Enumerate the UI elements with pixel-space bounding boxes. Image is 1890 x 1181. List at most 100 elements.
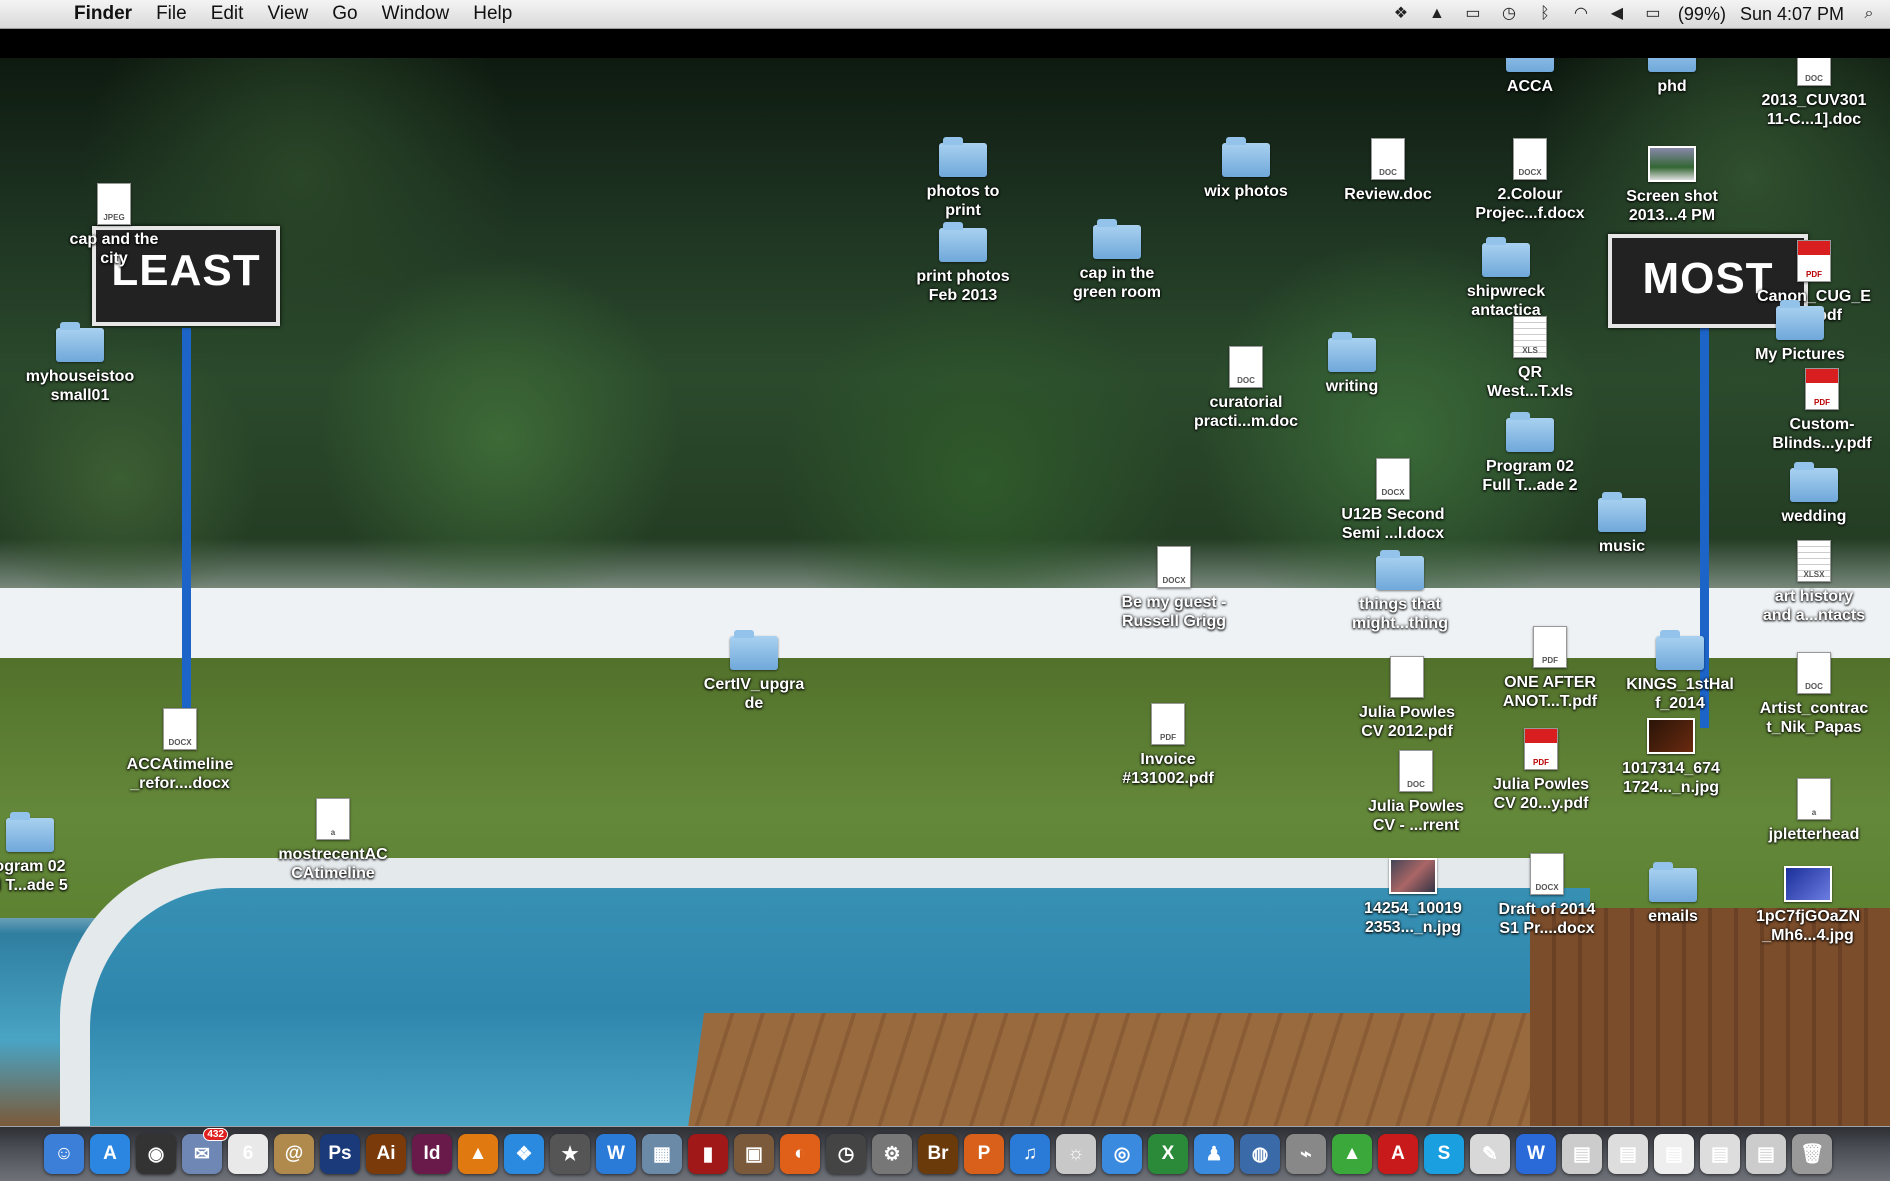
- dock-dashboard-icon[interactable]: ◉: [136, 1134, 176, 1174]
- desktop-icon[interactable]: wedding: [1744, 462, 1884, 526]
- desktop-icon[interactable]: DOCX Draft of 2014 S1 Pr....docx: [1477, 853, 1617, 938]
- dock-messenger-icon[interactable]: ♟: [1194, 1134, 1234, 1174]
- dock-doc-stack-4-icon[interactable]: ▤: [1700, 1134, 1740, 1174]
- menu-go[interactable]: Go: [332, 3, 357, 25]
- volume-icon[interactable]: ◀: [1606, 5, 1628, 23]
- dock-adobe-reader-icon[interactable]: ✎: [1470, 1134, 1510, 1174]
- dock-app-store-icon[interactable]: A: [90, 1134, 130, 1174]
- desktop-icon[interactable]: ogram 02 ll T...ade 5: [0, 812, 100, 895]
- desktop-icon[interactable]: My Pictures: [1730, 300, 1870, 364]
- dock-dropbox-icon[interactable]: ❖: [504, 1134, 544, 1174]
- dock-itunes-icon[interactable]: ♫: [1010, 1134, 1050, 1174]
- desktop-icon[interactable]: XLSX art history and a...ntacts: [1744, 540, 1884, 625]
- desktop-icon[interactable]: DOC 2013_CUV301 11-C...1].doc: [1744, 58, 1884, 129]
- dock-bridge-icon[interactable]: Br: [918, 1134, 958, 1174]
- google-drive-icon[interactable]: ▲: [1426, 5, 1448, 23]
- desktop-icon[interactable]: DOCX ACCAtimeline _refor....docx: [110, 708, 250, 793]
- desktop-icon[interactable]: myhouseistoo small01: [10, 322, 150, 405]
- desktop-icon[interactable]: DOC Artist_contrac t_Nik_Papas: [1744, 652, 1884, 737]
- dock-trash-icon[interactable]: 🗑: [1792, 1134, 1832, 1174]
- dock-vlc-icon[interactable]: ▲: [458, 1134, 498, 1174]
- desktop-icon[interactable]: PDF ONE AFTER ANOT...T.pdf: [1480, 626, 1620, 711]
- wifi-icon[interactable]: ◠: [1570, 5, 1592, 23]
- dock-word-icon[interactable]: W: [1516, 1134, 1556, 1174]
- desktop-icon[interactable]: 1pC7fjGOaZN _Mh6...4.jpg: [1738, 866, 1878, 945]
- desktop-icon[interactable]: phd: [1602, 58, 1742, 96]
- dock-system-preferences-icon[interactable]: ⚙: [872, 1134, 912, 1174]
- desktop-icon[interactable]: 1017314_674 1724..._n.jpg: [1601, 718, 1741, 797]
- bluetooth-icon[interactable]: ᛒ: [1534, 5, 1556, 23]
- desktop-icon[interactable]: wix photos: [1176, 137, 1316, 201]
- desktop-icon[interactable]: cap in the green room: [1047, 219, 1187, 302]
- desktop-icon[interactable]: shipwreck antactica: [1436, 237, 1576, 320]
- desktop-icon[interactable]: photos to print: [893, 137, 1033, 220]
- dock-word-web-icon[interactable]: W: [596, 1134, 636, 1174]
- dock-doc-stack-5-icon[interactable]: ▤: [1746, 1134, 1786, 1174]
- dock-imovie-icon[interactable]: ★: [550, 1134, 590, 1174]
- desktop-icon[interactable]: PDF Custom- Blinds...y.pdf: [1752, 368, 1890, 453]
- dock-illustrator-icon[interactable]: Ai: [366, 1134, 406, 1174]
- dock-mail-icon[interactable]: ✉ 432: [182, 1128, 228, 1174]
- battery-icon[interactable]: ▭: [1642, 5, 1664, 23]
- desktop-icon[interactable]: JPEG cap and the city: [44, 183, 184, 268]
- dock-iphoto-icon[interactable]: ▣: [734, 1134, 774, 1174]
- menu-view[interactable]: View: [267, 3, 308, 25]
- dock-doc-stack-1-icon[interactable]: ▤: [1562, 1134, 1602, 1174]
- dock-doc-stack-2-icon[interactable]: ▤: [1608, 1134, 1648, 1174]
- desktop-icon[interactable]: PDF Julia Powles CV 20...y.pdf: [1471, 728, 1611, 813]
- dock-finder-icon[interactable]: ☺: [44, 1134, 84, 1174]
- icon-label: CertIV_upgra de: [703, 676, 805, 712]
- desktop-icon[interactable]: DOCX 2.Colour Projec...f.docx: [1460, 138, 1600, 223]
- menu-file[interactable]: File: [156, 3, 187, 25]
- dock-scanner-icon[interactable]: ⌁: [1286, 1134, 1326, 1174]
- desktop-icon[interactable]: ACCA: [1460, 58, 1600, 96]
- desktop-icon[interactable]: CertIV_upgra de: [684, 630, 824, 713]
- desktop-icon[interactable]: music: [1552, 492, 1692, 556]
- dock-excel-icon[interactable]: X: [1148, 1134, 1188, 1174]
- dock-skype-icon[interactable]: S: [1424, 1134, 1464, 1174]
- dock-doc-stack-3-icon[interactable]: ▤: [1654, 1134, 1694, 1174]
- spotlight-search-icon[interactable]: ⌕: [1858, 5, 1880, 23]
- dock-google-drive-icon[interactable]: ▲: [1332, 1134, 1372, 1174]
- desktop-icon[interactable]: DOC Julia Powles CV - ...rrent: [1346, 750, 1486, 835]
- menu-window[interactable]: Window: [382, 3, 450, 25]
- clock[interactable]: Sun 4:07 PM: [1740, 4, 1844, 25]
- menu-app-finder[interactable]: Finder: [74, 3, 132, 25]
- desktop-icon[interactable]: DOC Review.doc: [1318, 138, 1458, 204]
- dock-time-machine-icon[interactable]: ◷: [826, 1134, 866, 1174]
- desktop-icon[interactable]: emails: [1603, 862, 1743, 926]
- time-machine-icon[interactable]: ◷: [1498, 5, 1520, 23]
- desktop-icon[interactable]: writing: [1282, 332, 1422, 396]
- dock-firefox-icon[interactable]: ◐: [780, 1134, 820, 1174]
- airplay-icon[interactable]: ▭: [1462, 5, 1484, 23]
- desktop-icon[interactable]: Julia Powles CV 2012.pdf: [1337, 656, 1477, 741]
- dock-iphoto-sun-icon[interactable]: ☼: [1056, 1134, 1096, 1174]
- desktop[interactable]: LEAST MOST ACCA phd DOC 2013_CUV301 11-C.…: [0, 58, 1890, 1126]
- desktop-icon[interactable]: 14254_10019 2353..._n.jpg: [1343, 858, 1483, 937]
- desktop-icon[interactable]: KINGS_1stHal f_2014: [1610, 630, 1750, 713]
- desktop-icon[interactable]: PDF Invoice #131002.pdf: [1098, 703, 1238, 788]
- desktop-icon[interactable]: DOCX Be my guest - Russell Grigg: [1104, 546, 1244, 631]
- desktop-icon[interactable]: things that might...thing: [1330, 550, 1470, 633]
- dropbox-icon[interactable]: ❖: [1390, 5, 1412, 23]
- desktop-icon[interactable]: XLS QR West...T.xls: [1460, 316, 1600, 401]
- dock-acrobat-icon[interactable]: A: [1378, 1134, 1418, 1174]
- desktop-icon[interactable]: print photos Feb 2013: [893, 222, 1033, 305]
- desktop-icon[interactable]: Screen shot 2013...4 PM: [1602, 146, 1742, 225]
- dock-powerpoint-icon[interactable]: P: [964, 1134, 1004, 1174]
- dock-address-book-icon[interactable]: @: [274, 1134, 314, 1174]
- desktop-icon[interactable]: DOCX U12B Second Semi ...l.docx: [1323, 458, 1463, 543]
- dock-photo-booth-icon[interactable]: ▮: [688, 1134, 728, 1174]
- dock-photoshop-icon[interactable]: Ps: [320, 1134, 360, 1174]
- dock-safari-icon[interactable]: ◎: [1102, 1134, 1142, 1174]
- desktop-icon[interactable]: a jpletterhead: [1744, 778, 1884, 844]
- dock-network-icon[interactable]: ◍: [1240, 1134, 1280, 1174]
- desktop-icon[interactable]: a mostrecentAC CAtimeline: [263, 798, 403, 883]
- dock-calendar-icon[interactable]: 6: [228, 1134, 268, 1174]
- dock-preview-icon[interactable]: ▦: [642, 1134, 682, 1174]
- battery-percent[interactable]: (99%): [1678, 4, 1726, 25]
- menu-help[interactable]: Help: [473, 3, 512, 25]
- desktop-icon[interactable]: Program 02 Full T...ade 2: [1460, 412, 1600, 495]
- menu-edit[interactable]: Edit: [211, 3, 244, 25]
- dock-indesign-icon[interactable]: Id: [412, 1134, 452, 1174]
